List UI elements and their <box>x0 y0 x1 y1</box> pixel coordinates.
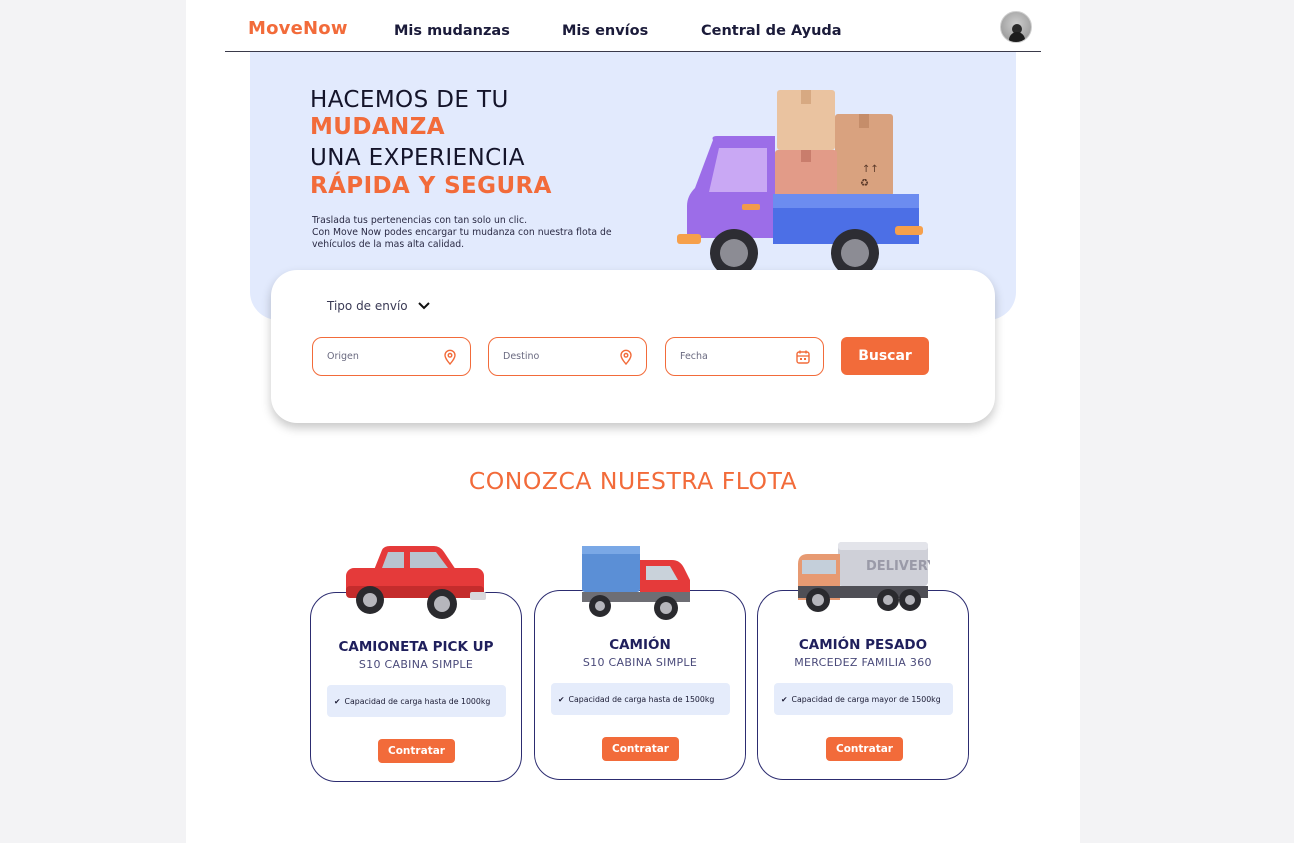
capacity-badge: ✔ Capacidad de carga mayor de 1500kg <box>774 683 953 715</box>
page: MoveNow Mis mudanzas Mis envíos Central … <box>186 0 1080 843</box>
shipment-type-label: Tipo de envío <box>327 299 408 313</box>
vehicle-card-heavy-truck: CAMIÓN PESADO MERCEDEZ FAMILIA 360 ✔ Cap… <box>757 590 969 780</box>
logo[interactable]: MoveNow <box>248 18 348 39</box>
destination-placeholder: Destino <box>503 351 540 362</box>
vehicle-name: CAMIÓN PESADO <box>798 637 928 653</box>
pickup-truck-illustration <box>346 546 486 619</box>
hero-line-4: RÁPIDA Y SEGURA <box>310 173 552 199</box>
hero-line-1: HACEMOS DE TU <box>310 87 509 113</box>
hero-line-3: UNA EXPERIENCIA <box>310 145 525 171</box>
calendar-icon <box>796 350 810 364</box>
delivery-label: DELIVERY <box>866 559 930 574</box>
chevron-down-icon <box>417 302 430 310</box>
vehicle-name: CAMIONETA PICK UP <box>338 639 494 655</box>
delivery-truck-illustration: DELIVERY <box>798 542 930 612</box>
capacity-badge: ✔ Capacidad de carga hasta de 1000kg <box>327 685 506 717</box>
check-icon: ✔ <box>558 694 565 704</box>
vehicle-card-pickup: CAMIONETA PICK UP S10 CABINA SIMPLE ✔ Ca… <box>310 592 522 782</box>
destination-field[interactable]: Destino <box>488 337 647 376</box>
location-pin-icon <box>444 349 456 365</box>
hire-button[interactable]: Contratar <box>602 737 679 761</box>
svg-text:↑↑: ↑↑ <box>862 164 879 175</box>
vehicle-model: MERCEDEZ FAMILIA 360 <box>794 656 932 669</box>
hero-description: Traslada tus pertenencias con tan solo u… <box>312 215 642 251</box>
box-truck-illustration <box>582 546 690 620</box>
avatar[interactable] <box>1000 11 1032 43</box>
date-placeholder: Fecha <box>680 351 708 362</box>
moving-truck-illustration: ↑↑ ♻ <box>677 90 923 277</box>
hero-line-2: MUDANZA <box>310 114 445 140</box>
check-icon: ✔ <box>781 694 788 704</box>
hero-desc-line-2: Con Move Now podes encargar tu mudanza c… <box>312 227 612 250</box>
svg-text:♻: ♻ <box>860 178 869 189</box>
shipment-type-dropdown[interactable]: Tipo de envío <box>327 299 430 313</box>
date-field[interactable]: Fecha <box>665 337 824 376</box>
nav-mis-mudanzas[interactable]: Mis mudanzas <box>394 23 510 39</box>
vehicle-model: S10 CABINA SIMPLE <box>582 656 698 669</box>
nav-central-ayuda[interactable]: Central de Ayuda <box>701 23 842 39</box>
search-button[interactable]: Buscar <box>841 337 929 375</box>
capacity-badge: ✔ Capacidad de carga hasta de 1500kg <box>551 683 730 715</box>
nav-mis-envios[interactable]: Mis envíos <box>562 23 648 39</box>
capacity-text: Capacidad de carga hasta de 1000kg <box>344 696 491 706</box>
origin-placeholder: Origen <box>327 351 359 362</box>
origin-field[interactable]: Origen <box>312 337 471 376</box>
capacity-text: Capacidad de carga mayor de 1500kg <box>791 694 941 704</box>
search-card: Tipo de envío Origen Destino Fecha Busca… <box>271 270 995 423</box>
vehicle-model: S10 CABINA SIMPLE <box>358 658 474 671</box>
hire-button[interactable]: Contratar <box>378 739 455 763</box>
fleet-title: CONOZCA NUESTRA FLOTA <box>468 467 798 495</box>
hero-desc-line-1: Traslada tus pertenencias con tan solo u… <box>312 215 528 226</box>
hire-button[interactable]: Contratar <box>826 737 903 761</box>
check-icon: ✔ <box>334 696 341 706</box>
vehicle-name: CAMIÓN <box>609 637 671 653</box>
capacity-text: Capacidad de carga hasta de 1500kg <box>568 694 715 704</box>
top-nav: MoveNow Mis mudanzas Mis envíos Central … <box>225 0 1041 52</box>
location-pin-icon <box>620 349 632 365</box>
avatar-body <box>1009 32 1025 42</box>
